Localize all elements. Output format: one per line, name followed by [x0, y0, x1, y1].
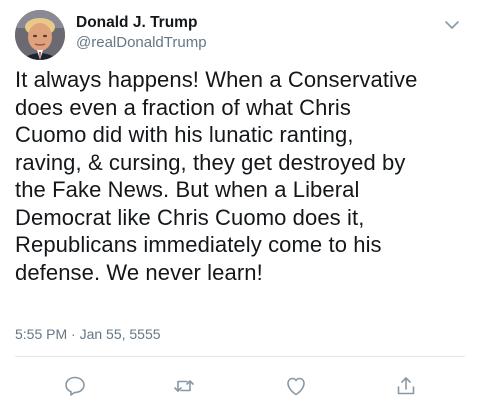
divider — [15, 356, 465, 357]
user-names: Donald J. Trump @realDonaldTrump — [76, 14, 207, 53]
share-icon[interactable] — [394, 374, 418, 398]
tweet-card: Donald J. Trump @realDonaldTrump It alwa… — [0, 0, 480, 410]
tweet-text-line: defense. We never learn! — [15, 259, 263, 285]
user-handle[interactable]: @realDonaldTrump — [76, 33, 207, 53]
like-icon[interactable] — [284, 374, 308, 398]
display-name[interactable]: Donald J. Trump — [76, 14, 207, 32]
tweet-text-line: Cuomo did with his lunatic ranting, — [15, 122, 354, 147]
tweet-text-line: Democrat like Chris Cuomo does it, — [15, 204, 365, 230]
chevron-down-icon[interactable] — [444, 18, 460, 30]
tweet-text-line: It always happens! When a Conservative — [15, 67, 418, 92]
reply-icon[interactable] — [63, 374, 87, 398]
tweet-text-line: does even a fraction of what Chris — [15, 94, 352, 120]
tweet-timestamp[interactable]: 5:55 PM · Jan 55, 5555 — [15, 326, 161, 342]
tweet-text-line: the Fake News. But when a Liberal — [15, 177, 360, 202]
avatar[interactable] — [15, 10, 65, 60]
tweet-header: Donald J. Trump @realDonaldTrump — [15, 10, 465, 60]
retweet-icon[interactable] — [172, 374, 196, 398]
tweet-text-line: Republicans immediately come to his — [15, 232, 382, 257]
profile-photo-icon — [15, 10, 65, 60]
tweet-actions — [0, 368, 480, 402]
tweet-text-line: raving, & cursing, they get destroyed by — [15, 149, 406, 175]
tweet-text: It always happens! When a Conservative d… — [15, 66, 470, 286]
